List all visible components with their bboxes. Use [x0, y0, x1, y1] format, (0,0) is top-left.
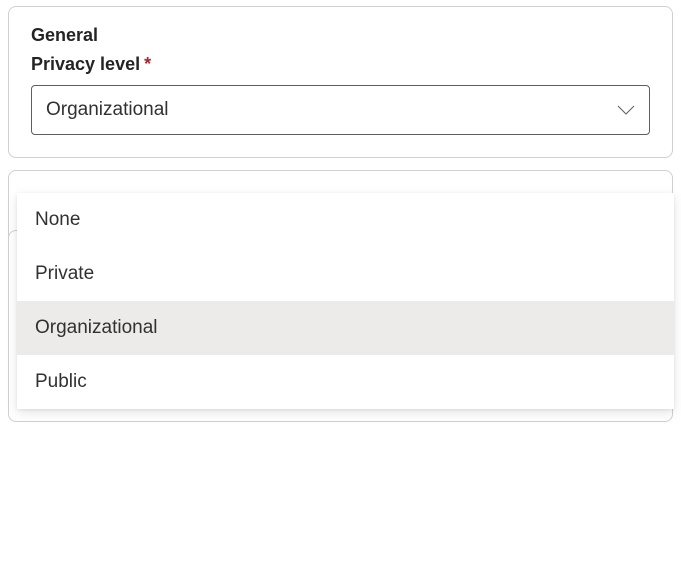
settings-card-middle: None Private Organizational Public	[8, 170, 673, 300]
privacy-level-select-value: Organizational	[46, 99, 169, 121]
dropdown-option-private[interactable]: Private	[17, 247, 674, 301]
required-marker: *	[144, 54, 151, 75]
privacy-level-dropdown-list[interactable]: None Private Organizational Public	[17, 193, 674, 409]
privacy-level-select[interactable]: Organizational	[31, 85, 650, 135]
dropdown-option-organizational[interactable]: Organizational	[17, 301, 674, 355]
section-title-general: General	[31, 25, 650, 46]
dropdown-option-public[interactable]: Public	[17, 355, 674, 409]
privacy-level-label: Privacy level	[31, 54, 140, 75]
dropdown-option-none[interactable]: None	[17, 193, 674, 247]
settings-card-general: General Privacy level * Organizational	[8, 6, 673, 158]
chevron-down-icon	[617, 105, 635, 115]
field-label-row: Privacy level *	[31, 54, 650, 75]
